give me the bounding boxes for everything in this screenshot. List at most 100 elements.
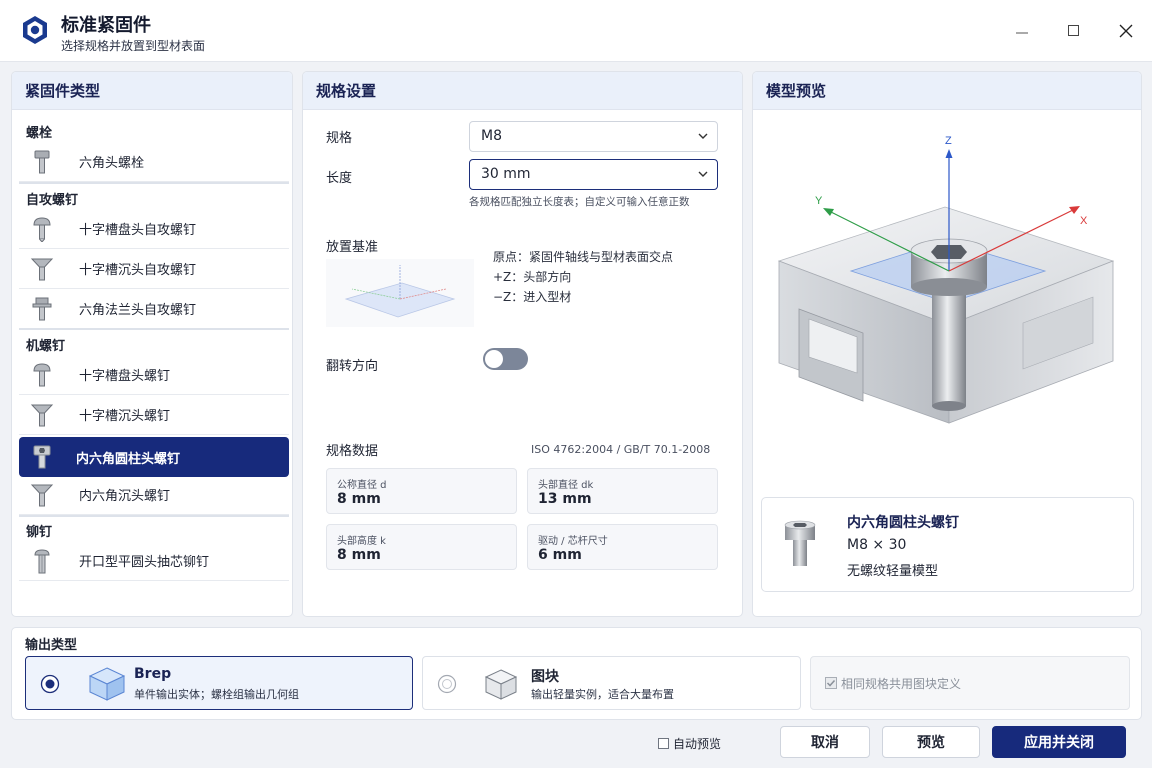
output-option-block[interactable]: 图块 输出轻量实例，适合大量布置: [422, 656, 801, 710]
list-item-label: 六角法兰头自攻螺钉: [79, 303, 197, 318]
spec-value: 8 mm: [337, 547, 381, 563]
minimize-button[interactable]: [1005, 14, 1039, 48]
size-label: 规格: [326, 131, 353, 146]
spec-value: 13 mm: [538, 491, 592, 507]
hex-bolt-icon: [25, 145, 59, 179]
model-preview-viewport[interactable]: Z X Y: [753, 111, 1141, 491]
length-select-value: 30 mm: [481, 166, 531, 182]
brep-title: Brep: [134, 666, 172, 682]
maximize-icon: [1068, 25, 1079, 36]
spec-key: 公称直径 d: [337, 480, 387, 491]
apply-and-close-button[interactable]: 应用并关闭: [992, 726, 1126, 758]
close-button[interactable]: [1109, 14, 1143, 48]
title-bar: 标准紧固件 选择规格并放置到型材表面: [0, 0, 1152, 62]
socket-cap-screw-icon: [784, 520, 816, 566]
length-label: 长度: [326, 171, 353, 186]
preview-button[interactable]: 预览: [882, 726, 980, 758]
cancel-button[interactable]: 取消: [780, 726, 870, 758]
chevron-down-icon: [698, 171, 708, 177]
list-item-csk-machine[interactable]: 十字槽沉头螺钉: [19, 395, 289, 435]
length-hint: 各规格匹配独立长度表；自定义可输入任意正数: [469, 196, 690, 208]
list-item-hex-bolt[interactable]: 六角头螺栓: [19, 142, 289, 182]
z-axis-label: Z: [945, 135, 952, 147]
list-item-hex-flange-self-tapping[interactable]: 六角法兰头自攻螺钉: [19, 289, 289, 329]
fastener-type-header: 紧固件类型: [12, 72, 292, 110]
list-item-csk-self-tapping[interactable]: 十字槽沉头自攻螺钉: [19, 249, 289, 289]
radio-unselected-icon: [437, 674, 457, 694]
list-item-pan-machine[interactable]: 十字槽盘头螺钉: [19, 355, 289, 395]
list-item-socket-csk[interactable]: 内六角沉头螺钉: [19, 475, 289, 515]
list-item-label: 开口型平圆头抽芯铆钉: [79, 555, 210, 570]
output-option-brep[interactable]: Brep 单件输出实体；螺栓组输出几何组: [25, 656, 413, 710]
placement-plus-z: +Z：头部方向: [493, 270, 572, 284]
card-fastener-name: 内六角圆柱头螺钉: [847, 515, 959, 531]
socket-cap-screw-icon: [25, 440, 59, 474]
output-type-label: 输出类型: [25, 638, 78, 653]
hex-flange-screw-icon: [25, 292, 59, 326]
chevron-down-icon: [698, 133, 708, 139]
list-item-label: 十字槽盘头自攻螺钉: [79, 223, 197, 238]
app-hex-nut-icon: [23, 16, 47, 44]
spec-data-label: 规格数据: [326, 444, 379, 459]
spec-card-nominal-diameter: 公称直径 d 8 mm: [326, 468, 517, 514]
group-label-machine-screw: 机螺钉: [26, 339, 66, 354]
checkbox-checked-disabled: [825, 677, 837, 689]
selected-fastener-card: 内六角圆柱头螺钉 M8 × 30 无螺纹轻量模型: [761, 497, 1134, 592]
placement-minus-z: −Z：进入型材: [493, 290, 572, 304]
auto-preview-label: 自动预览: [673, 737, 722, 751]
auto-preview-checkbox[interactable]: 自动预览: [658, 735, 721, 752]
cube-solid-icon: [88, 667, 126, 701]
flip-direction-toggle[interactable]: [483, 348, 528, 370]
spec-key: 驱动 / 芯杆尺寸: [538, 536, 608, 547]
window-title: 标准紧固件: [61, 15, 151, 36]
share-block-definition-option: 相同规格共用图块定义: [810, 656, 1130, 710]
placement-label: 放置基准: [326, 240, 379, 255]
block-title: 图块: [531, 669, 559, 685]
spec-card-drive-size: 驱动 / 芯杆尺寸 6 mm: [527, 524, 718, 570]
length-select[interactable]: 30 mm: [469, 159, 718, 190]
minimize-icon: [1016, 32, 1028, 34]
list-item-label: 内六角圆柱头螺钉: [76, 451, 181, 467]
group-divider: [19, 328, 289, 330]
list-item-label: 内六角沉头螺钉: [79, 489, 171, 504]
list-item-blind-rivet[interactable]: 开口型平圆头抽芯铆钉: [19, 541, 289, 581]
countersunk-screw-icon: [25, 478, 59, 512]
card-fastener-size: M8 × 30: [847, 537, 907, 553]
spec-card-head-diameter: 头部直径 dk 13 mm: [527, 468, 718, 514]
card-fastener-note: 无螺纹轻量模型: [847, 564, 939, 579]
share-block-definition-label: 相同规格共用图块定义: [841, 677, 962, 691]
model-preview-header: 模型预览: [753, 72, 1141, 110]
checkbox-unchecked-icon: [658, 738, 669, 749]
group-divider: [19, 515, 289, 517]
cube-outline-icon: [484, 669, 518, 700]
list-item-label: 十字槽沉头自攻螺钉: [79, 263, 197, 278]
list-item-label: 六角头螺栓: [79, 156, 145, 171]
list-item-label: 十字槽盘头螺钉: [79, 369, 171, 384]
list-item-socket-cap-selected[interactable]: 内六角圆柱头螺钉: [19, 437, 289, 477]
block-desc: 输出轻量实例，适合大量布置: [531, 688, 674, 701]
spec-key: 头部直径 dk: [538, 480, 594, 491]
flip-direction-label: 翻转方向: [326, 359, 379, 374]
placement-diagram: [326, 259, 474, 327]
group-divider: [19, 182, 289, 184]
y-axis-label: Y: [815, 195, 823, 207]
spec-value: 6 mm: [538, 547, 582, 563]
list-item-label: 十字槽沉头螺钉: [79, 409, 171, 424]
toggle-knob: [485, 350, 503, 368]
pan-head-screw-icon: [25, 358, 59, 392]
spec-value: 8 mm: [337, 491, 381, 507]
size-select[interactable]: M8: [469, 121, 718, 152]
brep-desc: 单件输出实体；螺栓组输出几何组: [134, 688, 299, 701]
countersunk-screw-icon: [25, 398, 59, 432]
spec-settings-panel: 规格设置 规格 M8 长度 30 mm 各规格匹配独立长度表；自定义可输入任意正…: [302, 71, 743, 617]
x-axis-label: X: [1080, 215, 1088, 227]
placement-origin: 原点：紧固件轴线与型材表面交点: [493, 250, 674, 264]
group-label-rivet: 铆钉: [26, 525, 53, 540]
pan-head-screw-icon: [25, 212, 59, 246]
model-preview-panel: 模型预览 Z X Y 内六角圆柱头螺钉 M8 × 30 无螺纹轻量模型: [752, 71, 1142, 617]
size-select-value: M8: [481, 128, 502, 144]
spec-key: 头部高度 k: [337, 536, 386, 547]
list-item-pan-self-tapping[interactable]: 十字槽盘头自攻螺钉: [19, 209, 289, 249]
maximize-button[interactable]: [1057, 14, 1091, 48]
fastener-type-panel: 紧固件类型 螺栓 六角头螺栓 自攻螺钉 十字槽盘头自攻螺钉 十字槽沉头自攻螺钉 …: [11, 71, 293, 617]
